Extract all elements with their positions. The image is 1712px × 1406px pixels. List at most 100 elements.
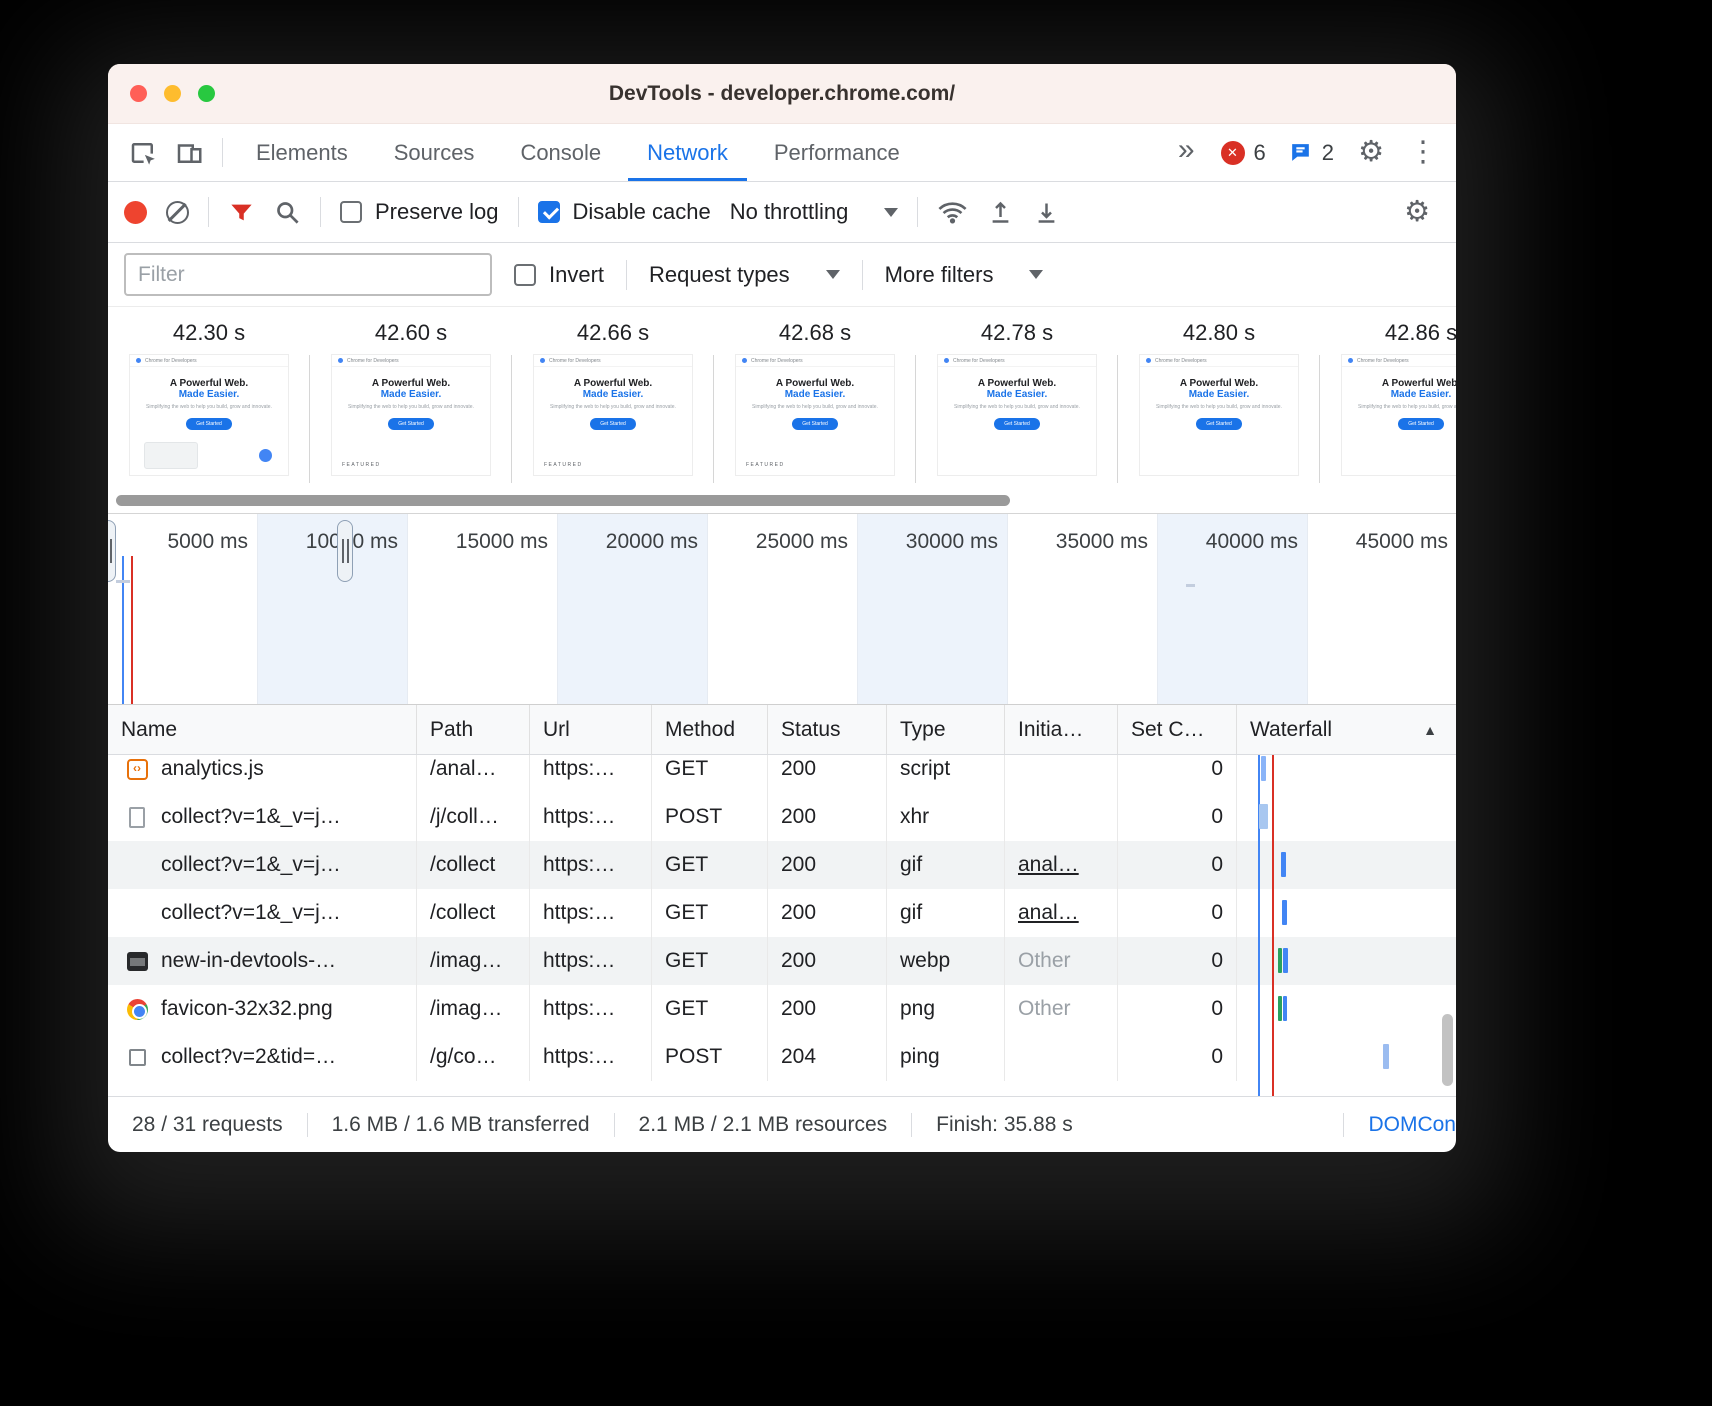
overview-left-handle[interactable] (108, 520, 116, 582)
initiator-value[interactable]: anal… (1018, 853, 1079, 877)
cell-status-value: 204 (781, 1045, 816, 1069)
cell-set-cookies: 0 (1118, 1033, 1237, 1081)
preserve-log-checkbox[interactable] (340, 201, 362, 223)
overview-activity-mark (116, 580, 130, 583)
site-logo-dot (1146, 358, 1151, 363)
cell-path: /imag… (417, 985, 530, 1033)
thumbnail-cta-button: Get Started (590, 418, 636, 430)
zoom-window-button[interactable] (198, 85, 215, 102)
network-settings-gear-icon[interactable]: ⚙ (1394, 198, 1440, 227)
timeline-overview[interactable]: 45000 ms40000 ms35000 ms30000 ms25000 ms… (108, 513, 1456, 705)
cell-url-value: https:… (543, 1045, 615, 1069)
cell-url-value: https:… (543, 949, 615, 973)
thumbnail-headline-accent: Made Easier. (1140, 389, 1298, 400)
cell-path-value: /anal… (430, 757, 497, 781)
tab-network[interactable]: Network (624, 124, 751, 181)
request-name: analytics.js (161, 757, 264, 781)
thumbnail-headline: A Powerful Web. (938, 378, 1096, 389)
filter-icon[interactable] (228, 199, 255, 226)
cell-status-value: 200 (781, 997, 816, 1021)
issues-badge[interactable]: 2 (1280, 140, 1342, 166)
tab-console[interactable]: Console (497, 124, 624, 181)
waterfall-bar (1282, 900, 1287, 925)
illustration-sketch (144, 442, 198, 469)
settings-gear-icon[interactable]: ⚙ (1348, 138, 1394, 167)
column-header-label: Name (121, 718, 177, 742)
filter-input[interactable] (124, 253, 492, 296)
filmstrip-frame[interactable]: 42.68 sChrome for DevelopersA Powerful W… (714, 307, 916, 487)
console-errors-badge[interactable]: ✕ 6 (1213, 140, 1274, 166)
table-row[interactable]: collect?v=1&_v=j…/collecthttps:…GET200gi… (108, 889, 1456, 937)
table-row[interactable]: favicon-32x32.png/imag…https:…GET200pngO… (108, 985, 1456, 1033)
table-scrollbar[interactable] (1442, 1014, 1453, 1086)
horizontal-scrollbar-thumb[interactable] (116, 495, 1010, 506)
disable-cache-toggle[interactable]: Disable cache (538, 199, 711, 225)
tab-performance[interactable]: Performance (751, 124, 923, 181)
overview-column: 20000 ms (558, 514, 708, 704)
cell-type: gif (887, 889, 1005, 937)
thumbnail-headline: A Powerful Web. (1140, 378, 1298, 389)
cell-status: 200 (768, 985, 887, 1033)
more-filters-label: More filters (885, 262, 994, 288)
device-toolbar-button[interactable] (166, 124, 212, 181)
filmstrip-frame[interactable]: 42.80 sChrome for DevelopersA Powerful W… (1118, 307, 1320, 487)
filmstrip-frame[interactable]: 42.60 sChrome for DevelopersA Powerful W… (310, 307, 512, 487)
column-header-name[interactable]: Name (108, 705, 417, 754)
table-row[interactable]: new-in-devtools-…/imag…https:…GET200webp… (108, 937, 1456, 985)
invert-checkbox[interactable] (514, 264, 536, 286)
filmstrip-frame[interactable]: 42.66 sChrome for DevelopersA Powerful W… (512, 307, 714, 487)
cell-status: 204 (768, 1033, 887, 1081)
cell-initiator[interactable]: anal… (1005, 889, 1118, 937)
column-header-label: Status (781, 718, 841, 742)
tab-elements[interactable]: Elements (233, 124, 371, 181)
cell-initiator[interactable]: anal… (1005, 841, 1118, 889)
cell-path-value: /g/co… (430, 1045, 497, 1069)
customize-menu-icon[interactable]: ⋮ (1400, 138, 1446, 167)
initiator-value[interactable]: anal… (1018, 901, 1079, 925)
thumbnail-subtext: Simplifying the web to help you build, g… (750, 404, 880, 412)
cell-waterfall (1237, 937, 1456, 985)
column-header-initia[interactable]: Initia… (1005, 705, 1118, 754)
table-row[interactable]: collect?v=2&tid=…/g/co…https:…POST204pin… (108, 1033, 1456, 1081)
preserve-log-toggle[interactable]: Preserve log (340, 199, 499, 225)
throttling-dropdown[interactable]: No throttling (730, 199, 899, 225)
overview-tick-label: 30000 ms (906, 530, 998, 554)
cell-type-value: xhr (900, 805, 929, 829)
filmstrip-frame[interactable]: 42.30 sChrome for DevelopersA Powerful W… (108, 307, 310, 487)
clear-network-log-button[interactable] (166, 201, 189, 224)
more-filters-dropdown[interactable]: More filters (885, 262, 1044, 288)
minimize-window-button[interactable] (164, 85, 181, 102)
invert-toggle[interactable]: Invert (514, 262, 604, 288)
export-har-icon[interactable] (1033, 199, 1060, 226)
table-row[interactable]: collect?v=1&_v=j…/collecthttps:…GET200gi… (108, 841, 1456, 889)
disable-cache-checkbox[interactable] (538, 201, 560, 223)
network-conditions-icon[interactable] (937, 199, 968, 226)
column-header-waterfall[interactable]: Waterfall▲ (1237, 705, 1456, 754)
tab-bar-right-controls: » ✕ 6 2 ⚙ ⋮ (1166, 124, 1456, 181)
column-header-method[interactable]: Method (652, 705, 768, 754)
import-har-icon[interactable] (987, 199, 1014, 226)
column-header-type[interactable]: Type (887, 705, 1005, 754)
column-header-setc[interactable]: Set C… (1118, 705, 1237, 754)
column-header-url[interactable]: Url (530, 705, 652, 754)
column-header-status[interactable]: Status (768, 705, 887, 754)
column-header-path[interactable]: Path (417, 705, 530, 754)
more-tabs-button[interactable]: » (1166, 133, 1207, 173)
thumbnail-subtext: Simplifying the web to help you build, g… (952, 404, 1082, 412)
record-network-log-button[interactable] (124, 201, 147, 224)
filmstrip-frame[interactable]: 42.86 sChrome for DevelopersA Powerful W… (1320, 307, 1456, 487)
filmstrip-frame[interactable]: 42.78 sChrome for DevelopersA Powerful W… (916, 307, 1118, 487)
table-row[interactable]: collect?v=1&_v=j…/j/coll…https:…POST200x… (108, 793, 1456, 841)
filmstrip-timestamp: 42.30 s (108, 320, 310, 346)
filter-bar: Invert Request types More filters (108, 243, 1456, 307)
request-types-dropdown[interactable]: Request types (649, 262, 840, 288)
tab-sources[interactable]: Sources (371, 124, 498, 181)
set-cookies-value: 0 (1211, 901, 1223, 925)
overview-right-handle[interactable] (337, 520, 353, 582)
table-row[interactable]: analytics.js/anal…https:…GET200script0 (108, 755, 1456, 793)
cell-status: 200 (768, 793, 887, 841)
request-name: new-in-devtools-… (161, 949, 336, 973)
inspect-element-button[interactable] (120, 124, 166, 181)
search-icon[interactable] (274, 199, 301, 226)
close-window-button[interactable] (130, 85, 147, 102)
